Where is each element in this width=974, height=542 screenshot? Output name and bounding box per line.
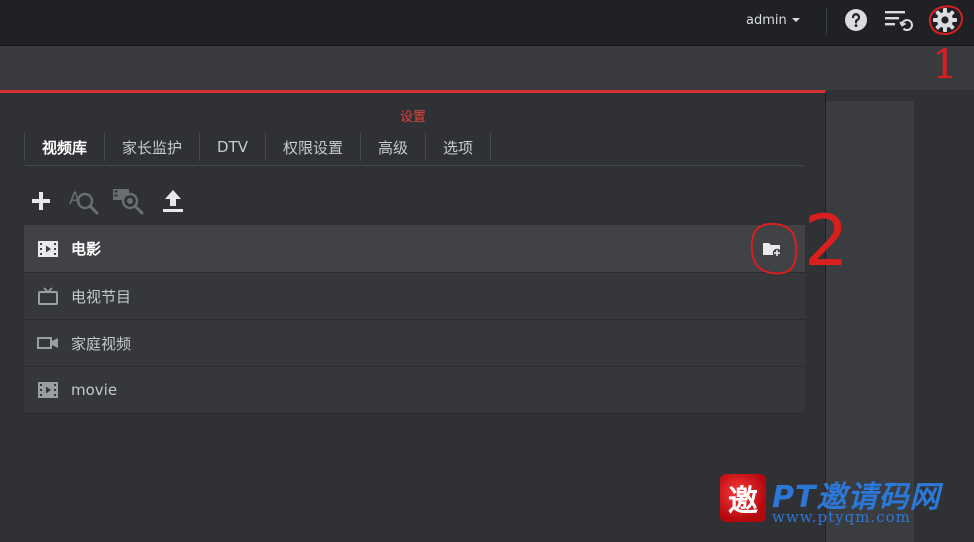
user-menu[interactable]: admin	[746, 10, 800, 30]
tab-permissions[interactable]: 权限设置	[265, 133, 360, 161]
movie-icon	[37, 240, 59, 258]
settings-tabs: 视频库 家长监护 DTV 权限设置 高级 选项	[24, 133, 804, 166]
tab-dtv[interactable]: DTV	[199, 133, 265, 161]
header-divider	[826, 8, 827, 34]
library-label: 电影	[71, 240, 102, 258]
upload-icon	[163, 190, 183, 212]
add-icon	[32, 192, 50, 210]
username-label: admin	[746, 12, 787, 28]
scan-all-libraries-button[interactable]	[112, 185, 146, 217]
watermark: 邀 PT邀请码网 www.ptyqm.com	[720, 472, 970, 532]
help-icon	[845, 9, 867, 31]
video-camera-icon	[37, 334, 59, 352]
top-header-bar: admin	[0, 0, 974, 46]
watermark-logo: 邀	[720, 474, 766, 522]
library-toolbar: A	[24, 185, 200, 217]
add-library-button[interactable]	[24, 185, 58, 217]
scan-library-button[interactable]: A	[68, 185, 102, 217]
tab-parental-control[interactable]: 家长监护	[104, 133, 199, 161]
tv-icon	[37, 287, 59, 305]
library-label: 电视节目	[71, 287, 132, 306]
list-item[interactable]: 电视节目	[24, 273, 805, 320]
list-item[interactable]: 电影	[24, 225, 805, 273]
list-item[interactable]: 家庭视频	[24, 320, 805, 367]
annotation-number-one: 1	[932, 42, 958, 88]
tab-advanced[interactable]: 高级	[360, 133, 425, 161]
library-label: 家庭视频	[71, 334, 132, 353]
tab-video-library[interactable]: 视频库	[24, 133, 104, 161]
queue-button[interactable]	[884, 6, 914, 34]
annotation-number-two: 2	[804, 200, 849, 282]
watermark-url: www.ptyqm.com	[772, 508, 911, 526]
movie-icon	[37, 381, 59, 399]
settings-panel: 设置 视频库 家长监护 DTV 权限设置 高级 选项 A 电影 电视节目 家庭视…	[0, 90, 826, 542]
settings-title: 设置	[399, 110, 426, 125]
tab-options[interactable]: 选项	[425, 133, 492, 161]
scan-library-icon: A	[69, 189, 99, 215]
scan-all-icon	[113, 189, 144, 215]
help-button[interactable]	[841, 6, 871, 34]
library-label: movie	[71, 381, 118, 399]
library-list: 电影 电视节目 家庭视频 movie	[24, 225, 805, 414]
caret-down-icon	[791, 18, 800, 22]
list-item[interactable]: movie	[24, 367, 805, 414]
upload-button[interactable]	[156, 185, 190, 217]
sub-header-bar	[0, 46, 974, 90]
queue-refresh-icon	[885, 11, 913, 32]
annotation-circle-add-folder	[750, 222, 798, 275]
annotation-circle-settings	[928, 5, 964, 36]
